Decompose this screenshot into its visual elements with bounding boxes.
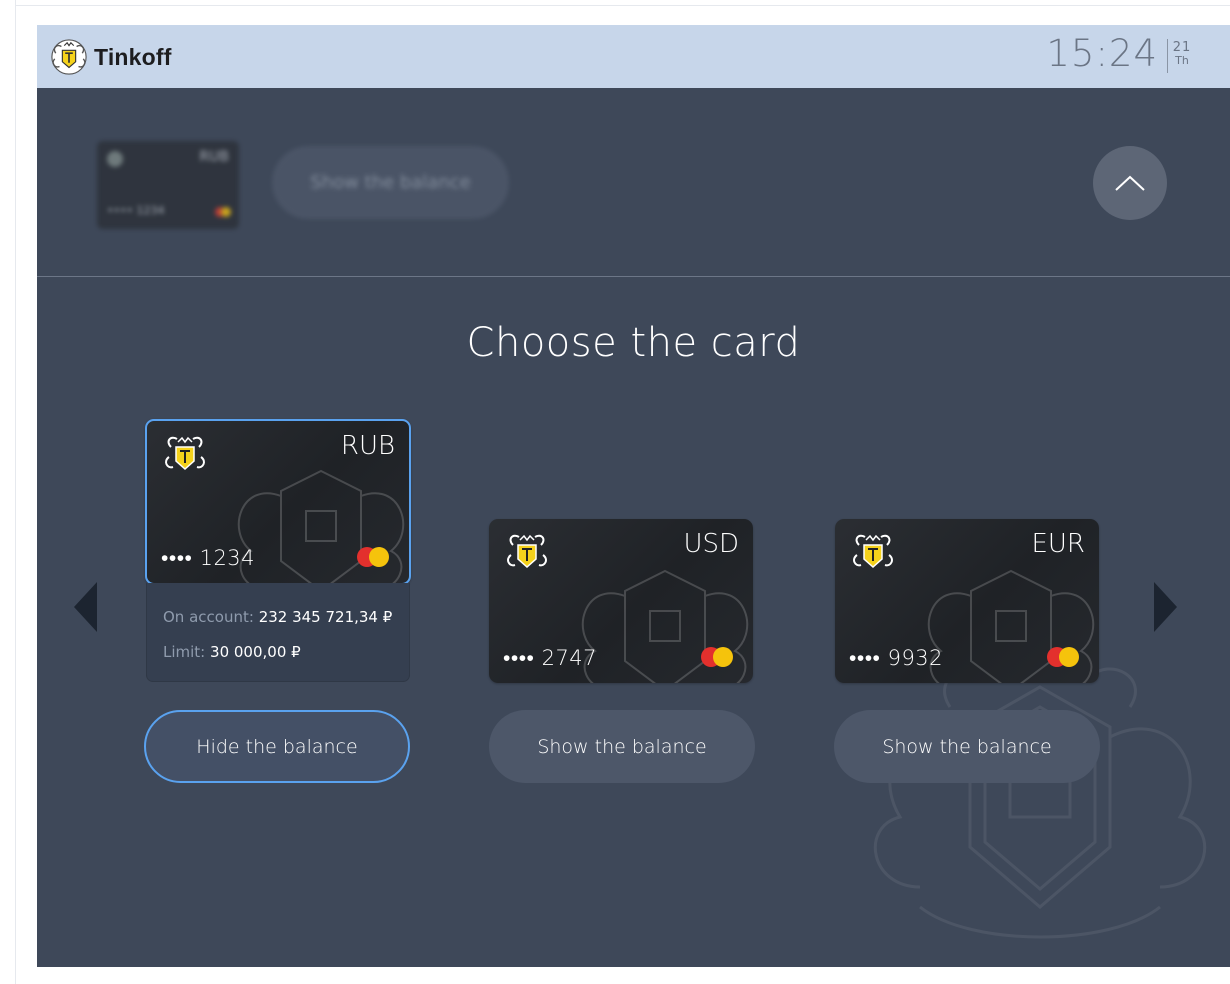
selected-card-number: •••• 1234	[107, 204, 165, 217]
chevron-up-icon	[1115, 175, 1145, 191]
mastercard-icon	[357, 547, 391, 567]
card-number: •••• 2747	[503, 646, 598, 670]
brand-name: Tinkoff	[94, 43, 172, 70]
collapse-button[interactable]	[1093, 146, 1167, 220]
hide-balance-button-rub[interactable]: Hide the balance	[144, 710, 410, 783]
account-label: On account:	[163, 608, 254, 626]
card-number: •••• 1234	[161, 546, 256, 570]
card-rub[interactable]: RUB •••• 1234	[145, 419, 411, 585]
card-number: •••• 9932	[849, 646, 944, 670]
mastercard-icon	[1047, 647, 1081, 667]
card-currency: USD	[683, 529, 739, 559]
next-arrow-icon[interactable]	[1154, 582, 1177, 632]
date-day: 21	[1172, 40, 1192, 55]
page-border-left	[15, 0, 16, 984]
limit-label: Limit:	[163, 643, 206, 661]
page-title: Choose the card	[466, 320, 801, 366]
tinkoff-logo-icon	[51, 39, 87, 75]
limit-row: Limit: 30 000,00 ₽	[163, 643, 301, 661]
card-usd[interactable]: USD •••• 2747	[489, 519, 753, 683]
prev-arrow-icon[interactable]	[74, 582, 97, 632]
tinkoff-shield-icon	[165, 436, 205, 471]
show-balance-button-usd[interactable]: Show the balance	[489, 710, 755, 783]
atm-screen: Tinkoff 15:24 21 Th RUB •••• 1234 Show t…	[37, 25, 1230, 967]
tinkoff-shield-icon	[507, 534, 547, 569]
show-balance-button-eur[interactable]: Show the balance	[834, 710, 1100, 783]
selected-card-preview: RUB •••• 1234	[97, 141, 239, 229]
card-currency: EUR	[1031, 529, 1085, 559]
date-weekday: Th	[1175, 54, 1189, 67]
header-bar: Tinkoff 15:24 21 Th	[37, 25, 1230, 88]
brand: Tinkoff	[50, 37, 172, 77]
limit-value: 30 000,00 ₽	[210, 643, 301, 661]
card-currency: RUB	[340, 431, 395, 461]
card-logo-icon	[107, 151, 123, 167]
account-value: 232 345 721,34 ₽	[258, 608, 393, 626]
selected-show-balance-button[interactable]: Show the balance	[272, 146, 509, 219]
date-indicator: 21 Th	[1167, 39, 1196, 73]
balance-panel: On account: 232 345 721,34 ₽ Limit: 30 0…	[146, 583, 410, 682]
mastercard-icon	[701, 647, 735, 667]
section-divider	[37, 276, 1230, 277]
mastercard-icon-yellow	[221, 207, 231, 217]
page-border-top	[15, 5, 1230, 6]
selected-card-currency: RUB	[199, 149, 229, 165]
crest-watermark-icon	[873, 667, 1207, 939]
account-balance-row: On account: 232 345 721,34 ₽	[163, 608, 392, 626]
tinkoff-shield-icon	[853, 534, 893, 569]
card-eur[interactable]: EUR •••• 9932	[835, 519, 1099, 683]
clock-time: 15:24	[1046, 32, 1158, 75]
